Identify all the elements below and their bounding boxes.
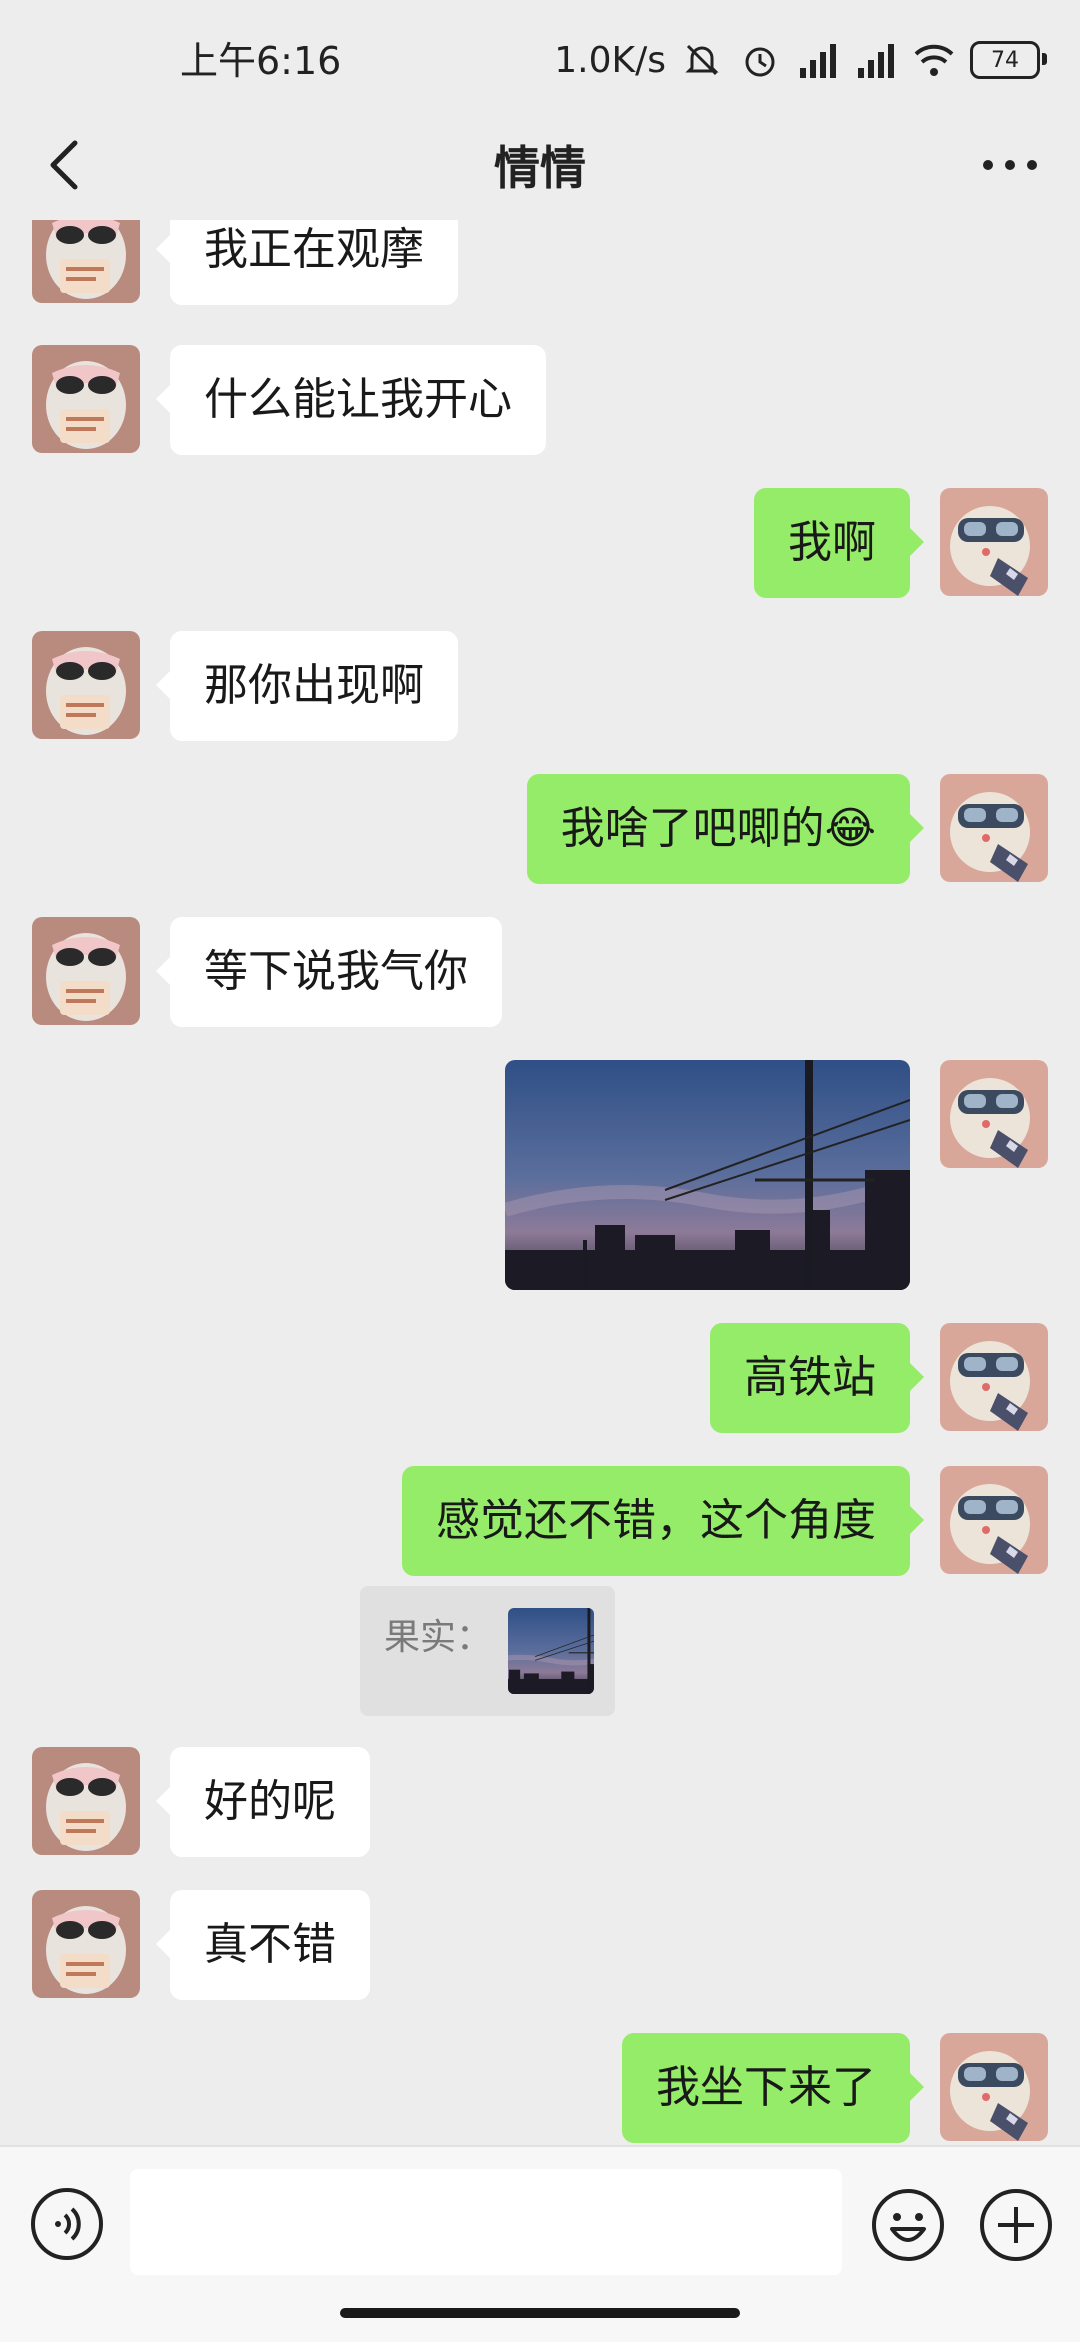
contact-avatar[interactable] bbox=[32, 1747, 140, 1855]
chat-area[interactable]: 我正在观摩 什么能让我开心 我啊 那你出现啊 我啥了吧唧的😂 等下说我气你 高铁… bbox=[0, 220, 1080, 2145]
incoming-message[interactable]: 那你出现啊 bbox=[156, 631, 458, 741]
my-avatar[interactable] bbox=[940, 488, 1048, 596]
alarm-icon bbox=[738, 38, 782, 82]
emoji-button[interactable] bbox=[870, 2187, 946, 2263]
outgoing-message[interactable]: 感觉还不错，这个角度 bbox=[402, 1466, 924, 1576]
contact-avatar[interactable] bbox=[32, 220, 140, 303]
contact-avatar[interactable] bbox=[32, 631, 140, 739]
outgoing-message[interactable]: 我坐下来了 bbox=[622, 2033, 924, 2143]
my-avatar[interactable] bbox=[940, 1060, 1048, 1168]
my-avatar[interactable] bbox=[940, 774, 1048, 882]
incoming-message[interactable]: 什么能让我开心 bbox=[156, 345, 546, 455]
my-avatar[interactable] bbox=[940, 1323, 1048, 1431]
quote-sender-label: 果实： bbox=[384, 1617, 493, 1658]
signal-icon bbox=[854, 38, 898, 82]
my-avatar[interactable] bbox=[940, 1466, 1048, 1574]
voice-icon bbox=[31, 2188, 103, 2260]
home-indicator[interactable] bbox=[340, 2308, 740, 2318]
page-title: 情情 bbox=[494, 141, 586, 195]
my-avatar[interactable] bbox=[940, 2033, 1048, 2141]
voice-button[interactable] bbox=[30, 2187, 104, 2261]
title-bar: 情情 bbox=[0, 110, 1080, 220]
incoming-message[interactable]: 真不错 bbox=[156, 1890, 370, 2000]
image-message[interactable] bbox=[505, 1060, 910, 1290]
incoming-message[interactable]: 好的呢 bbox=[156, 1747, 370, 1857]
outgoing-message[interactable]: 高铁站 bbox=[710, 1323, 924, 1433]
wifi-icon bbox=[912, 38, 956, 82]
incoming-message[interactable]: 等下说我气你 bbox=[156, 917, 502, 1027]
contact-avatar[interactable] bbox=[32, 1890, 140, 1998]
more-button[interactable] bbox=[960, 130, 1060, 200]
network-speed: 1.0K/s bbox=[554, 39, 666, 81]
signal-icon bbox=[796, 38, 840, 82]
incoming-message[interactable]: 我正在观摩 bbox=[156, 220, 458, 305]
more-functions-button[interactable] bbox=[978, 2187, 1054, 2263]
status-time: 上午6:16 bbox=[180, 39, 342, 83]
more-dots-icon bbox=[983, 160, 1037, 170]
mute-icon bbox=[680, 38, 724, 82]
outgoing-message[interactable]: 我啊 bbox=[754, 488, 924, 598]
emoji-icon bbox=[872, 2189, 944, 2261]
quoted-reply[interactable]: 果实： bbox=[360, 1586, 615, 1716]
message-input[interactable] bbox=[130, 2169, 842, 2275]
status-bar: 上午6:16 1.0K/s 74 bbox=[0, 0, 1080, 120]
battery-icon: 74 bbox=[970, 41, 1047, 79]
quote-thumbnail[interactable] bbox=[508, 1608, 594, 1694]
plus-icon bbox=[980, 2189, 1052, 2261]
outgoing-message[interactable]: 我啥了吧唧的😂 bbox=[526, 774, 925, 884]
status-icons: 1.0K/s 74 bbox=[554, 30, 1047, 90]
contact-avatar[interactable] bbox=[32, 345, 140, 453]
contact-avatar[interactable] bbox=[32, 917, 140, 1025]
